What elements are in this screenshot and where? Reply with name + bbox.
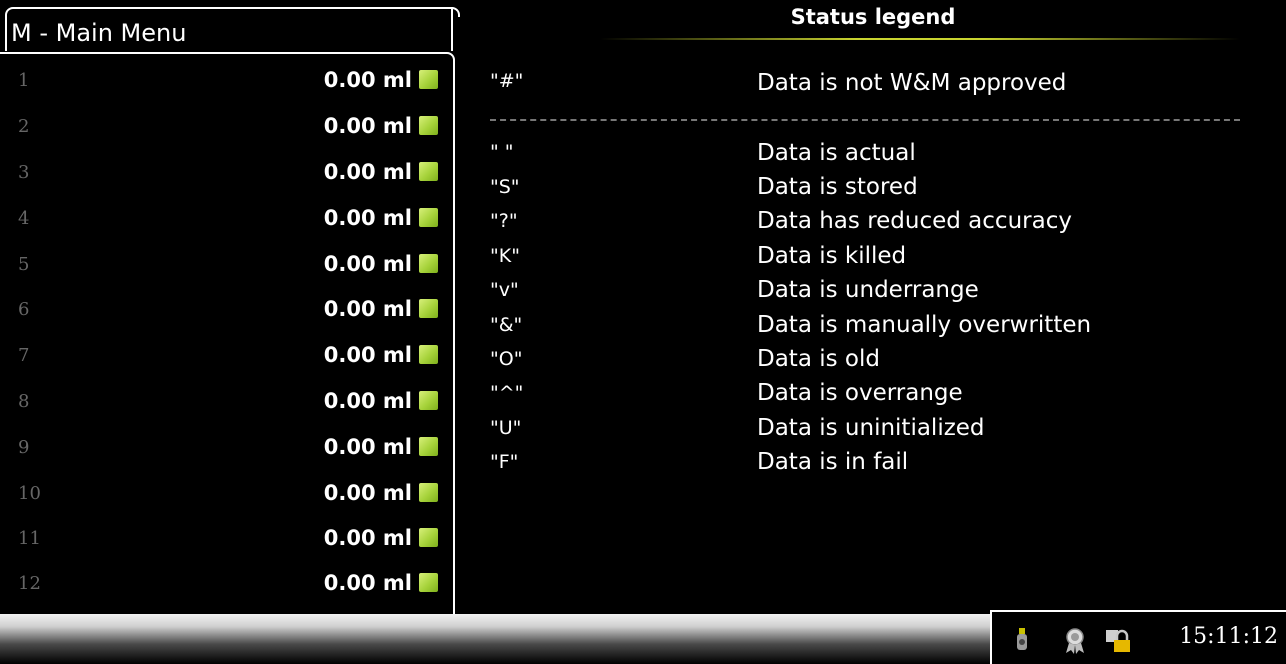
lock-user-icon[interactable] [1104,628,1132,658]
legend-separator [490,119,1240,121]
main-menu-title-text: M - Main Menu [11,19,187,47]
legend-description: Data is in fail [757,449,909,475]
status-ok-icon [419,573,438,592]
channel-value: 0.00 ml [323,252,412,276]
channel-row-8[interactable]: 8 0.00 ml [0,387,450,421]
status-ok-icon [419,162,438,181]
status-ok-icon [419,345,438,364]
channel-value: 0.00 ml [323,206,412,230]
channel-row-9[interactable]: 9 0.00 ml [0,433,450,467]
award-ribbon-icon[interactable] [1064,628,1086,658]
legend-code: "?" [490,210,518,232]
legend-code: "&" [490,314,523,336]
legend-code: "v" [490,279,519,301]
legend-code: " " [490,141,514,163]
usb-device-icon[interactable] [1014,628,1030,656]
taskbar [0,614,990,664]
legend-code: "^" [490,382,524,404]
channel-row-7[interactable]: 7 0.00 ml [0,341,450,375]
legend-code: "F" [490,451,519,473]
status-ok-icon [419,483,438,502]
status-ok-icon [419,208,438,227]
channel-number: 8 [18,391,30,412]
channel-value: 0.00 ml [323,160,412,184]
legend-description: Data is not W&M approved [757,70,1067,96]
legend-code: "U" [490,417,522,439]
status-ok-icon [419,70,438,89]
clock: 15:11:12 [1179,624,1278,649]
channel-value: 0.00 ml [323,435,412,459]
channel-number: 9 [18,437,30,458]
legend-description: Data is underrange [757,277,979,303]
legend-description: Data has reduced accuracy [757,208,1072,234]
legend-description: Data is killed [757,243,907,269]
legend-code: "K" [490,245,520,267]
channel-value: 0.00 ml [323,526,412,550]
channel-number: 3 [18,162,30,183]
channel-value: 0.00 ml [323,68,412,92]
channel-number: 4 [18,208,30,229]
channel-number: 2 [18,116,30,137]
channel-row-11[interactable]: 11 0.00 ml [0,524,450,558]
channel-number: 10 [18,483,41,504]
status-ok-icon [419,254,438,273]
legend-code: "S" [490,176,520,198]
channel-value: 0.00 ml [323,297,412,321]
channel-value: 0.00 ml [323,481,412,505]
channel-number: 1 [18,70,30,91]
status-ok-icon [419,116,438,135]
channel-row-1[interactable]: 1 0.00 ml [0,66,450,100]
channel-row-10[interactable]: 10 0.00 ml [0,479,450,513]
channel-value: 0.00 ml [323,114,412,138]
status-ok-icon [419,391,438,410]
channel-row-3[interactable]: 3 0.00 ml [0,158,450,192]
legend-description: Data is uninitialized [757,415,985,441]
channel-row-2[interactable]: 2 0.00 ml [0,112,450,146]
menu-title-tab-border [448,7,460,17]
legend-description: Data is actual [757,140,916,166]
legend-code: "O" [490,348,523,370]
channel-row-5[interactable]: 5 0.00 ml [0,250,450,284]
status-ok-icon [419,437,438,456]
channel-list: 1 0.00 ml 2 0.00 ml 3 0.00 ml 4 0.00 ml … [0,52,455,614]
channel-value: 0.00 ml [323,389,412,413]
channel-number: 6 [18,299,30,320]
legend-description: Data is old [757,346,880,372]
legend-description: Data is stored [757,174,918,200]
status-ok-icon [419,299,438,318]
status-ok-icon [419,528,438,547]
channel-value: 0.00 ml [323,343,412,367]
main-menu-title[interactable]: M - Main Menu [5,7,453,51]
legend-description: Data is overrange [757,380,963,406]
channel-number: 11 [18,528,41,549]
channel-number: 5 [18,254,30,275]
channel-value: 0.00 ml [323,571,412,595]
channel-row-4[interactable]: 4 0.00 ml [0,204,450,238]
legend-description: Data is manually overwritten [757,312,1092,338]
channel-row-6[interactable]: 6 0.00 ml [0,295,450,329]
system-tray: 15:11:12 [990,610,1286,664]
legend-title-underline [600,38,1240,40]
channel-row-12[interactable]: 12 0.00 ml [0,569,450,603]
channel-number: 12 [18,573,41,594]
legend-code: "#" [490,70,524,92]
legend-title: Status legend [790,5,956,29]
channel-number: 7 [18,345,30,366]
